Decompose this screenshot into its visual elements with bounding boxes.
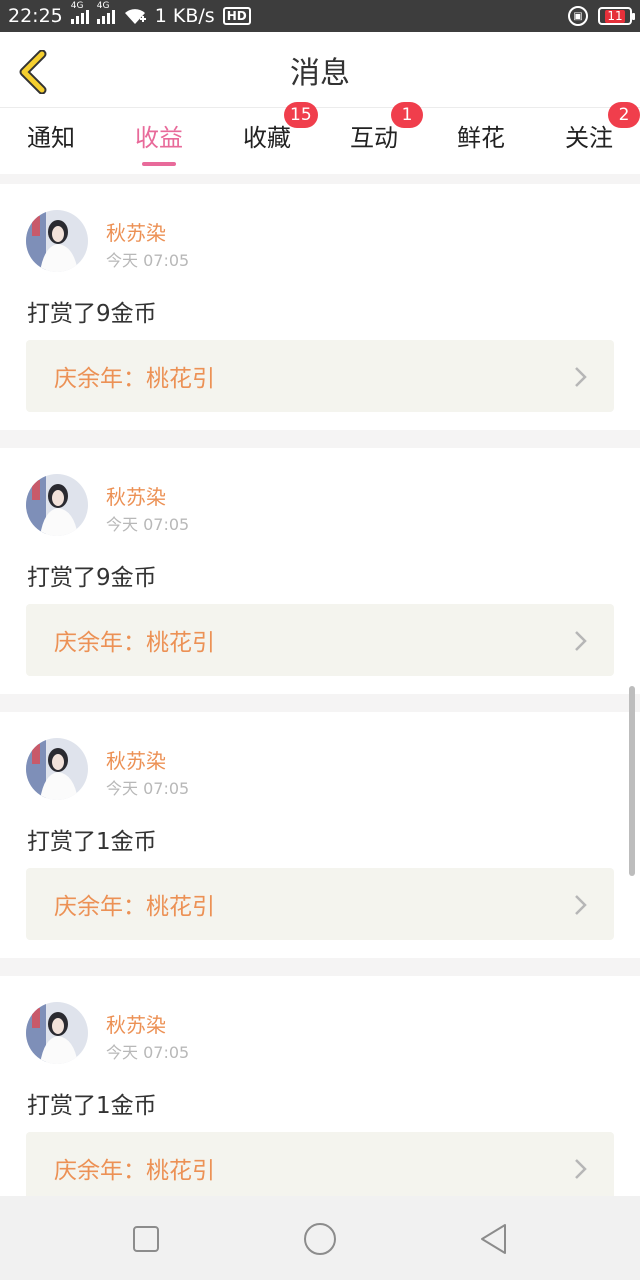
unread-badge: 1 — [391, 102, 423, 128]
sender-name[interactable]: 秋苏染 — [106, 481, 166, 510]
tab-following[interactable]: 关注 2 — [544, 102, 640, 174]
message-text: 打赏了9金币 — [27, 301, 157, 327]
book-title: 庆余年：桃花引 — [54, 894, 215, 920]
message-text: 打赏了1金币 — [27, 829, 157, 855]
message-text: 打赏了1金币 — [27, 1093, 157, 1119]
sender-name[interactable]: 秋苏染 — [106, 217, 166, 246]
message-time: 今天 07:05 — [106, 779, 190, 798]
chevron-right-icon — [575, 1159, 587, 1179]
rotation-lock-icon: ▣ — [568, 6, 588, 26]
triangle-back-icon[interactable] — [477, 1222, 511, 1256]
unread-badge: 15 — [284, 102, 318, 128]
status-time: 22:25 — [8, 5, 63, 27]
tab-flowers[interactable]: 鲜花 — [436, 108, 526, 174]
tab-interactions[interactable]: 互动 1 — [329, 102, 423, 174]
book-title: 庆余年：桃花引 — [54, 630, 215, 656]
status-bar: 22:25 4G 4G 1 KB/s HD ▣ 11 — [0, 0, 640, 32]
system-nav-bar — [0, 1196, 640, 1280]
tab-label: 鲜花 — [457, 124, 505, 152]
network-speed: 1 KB/s — [154, 5, 215, 27]
message-text: 打赏了9金币 — [27, 565, 157, 591]
page-title: 消息 — [290, 55, 350, 91]
chevron-right-icon — [575, 895, 587, 915]
wifi-icon — [124, 9, 146, 24]
avatar[interactable] — [26, 474, 88, 536]
book-link[interactable]: 庆余年：桃花引 — [26, 868, 614, 940]
book-title: 庆余年：桃花引 — [54, 366, 215, 392]
avatar[interactable] — [26, 1002, 88, 1064]
battery-level: 11 — [605, 8, 625, 23]
sender-name[interactable]: 秋苏染 — [106, 1009, 166, 1038]
unread-badge: 2 — [608, 102, 640, 128]
message-card: 秋苏染 今天 07:05 打赏了9金币 庆余年：桃花引 — [0, 448, 640, 694]
message-time: 今天 07:05 — [106, 515, 190, 534]
battery-icon: 11 — [598, 7, 635, 25]
tab-label: 关注 — [565, 124, 613, 152]
signal-4g-icon: 4G — [96, 1, 115, 24]
sender-name[interactable]: 秋苏染 — [106, 745, 166, 774]
scrollbar[interactable] — [629, 686, 635, 876]
avatar[interactable] — [26, 738, 88, 800]
chevron-right-icon — [575, 631, 587, 651]
book-link[interactable]: 庆余年：桃花引 — [26, 1132, 614, 1204]
tab-notifications[interactable]: 通知 — [6, 108, 96, 174]
message-card: 秋苏染 今天 07:05 打赏了9金币 庆余年：桃花引 — [0, 184, 640, 430]
tab-label: 互动 — [350, 124, 398, 152]
tab-label: 收益 — [135, 124, 183, 152]
book-title: 庆余年：桃花引 — [54, 1158, 215, 1184]
message-time: 今天 07:05 — [106, 1043, 190, 1062]
hd-icon: HD — [222, 7, 251, 25]
square-recents-icon[interactable] — [129, 1222, 163, 1256]
tab-label: 收藏 — [243, 124, 291, 152]
message-time: 今天 07:05 — [106, 251, 190, 270]
circle-home-icon[interactable] — [303, 1222, 337, 1256]
message-card: 秋苏染 今天 07:05 打赏了1金币 庆余年：桃花引 — [0, 712, 640, 958]
tab-favorites[interactable]: 收藏 15 — [222, 102, 318, 174]
tab-bar: 通知 收益 收藏 15 互动 1 鲜花 关注 2 — [0, 102, 640, 174]
book-link[interactable]: 庆余年：桃花引 — [26, 340, 614, 412]
tab-earnings[interactable]: 收益 — [114, 108, 204, 174]
avatar[interactable] — [26, 210, 88, 272]
tab-label: 通知 — [27, 124, 75, 152]
message-card: 秋苏染 今天 07:05 打赏了1金币 庆余年：桃花引 — [0, 976, 640, 1222]
book-link[interactable]: 庆余年：桃花引 — [26, 604, 614, 676]
chevron-right-icon — [575, 367, 587, 387]
active-tab-indicator — [142, 162, 176, 166]
header: 消息 — [0, 32, 640, 108]
chevron-left-icon[interactable] — [14, 50, 54, 94]
signal-4g-icon: 4G — [70, 1, 89, 24]
